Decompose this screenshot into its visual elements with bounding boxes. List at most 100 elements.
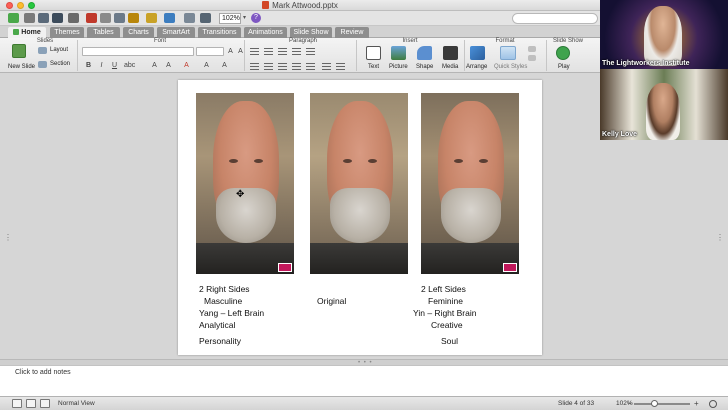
slide-indicator: Slide 4 of 33 [558, 400, 595, 407]
normal-view-button[interactable] [12, 399, 22, 408]
toolbox-icon[interactable] [184, 13, 195, 23]
line-icon[interactable] [528, 55, 536, 61]
notes-view-button[interactable] [40, 399, 50, 408]
zoom-in-icon[interactable]: + [694, 399, 699, 408]
bold-button[interactable]: B [84, 62, 93, 70]
search-input[interactable] [512, 13, 598, 24]
text-direction-icon[interactable] [322, 63, 331, 70]
undo-icon[interactable] [146, 13, 157, 23]
subscript-button[interactable]: A [164, 62, 173, 70]
section-icon[interactable] [38, 61, 47, 68]
tab-transitions[interactable]: Transitions [198, 27, 241, 38]
slide-sorter-button[interactable] [26, 399, 36, 408]
paste-icon[interactable] [114, 13, 125, 23]
font-name-select[interactable] [82, 47, 194, 56]
arrange-button[interactable]: Arrange [466, 64, 487, 70]
new-slide-icon[interactable] [12, 44, 26, 58]
line-spacing-icon[interactable] [306, 48, 315, 55]
superscript-button[interactable]: A [150, 62, 159, 70]
status-bar: Normal View Slide 4 of 33 102% − + [0, 396, 728, 410]
help-icon[interactable]: ? [251, 13, 261, 23]
italic-button[interactable]: I [97, 62, 106, 70]
underline-button[interactable]: U [110, 62, 119, 70]
fit-to-window-icon[interactable] [709, 400, 717, 408]
highlight-button[interactable]: A [202, 62, 211, 70]
decrease-indent-icon[interactable] [278, 48, 287, 55]
participant-name: Kelly Love [602, 131, 638, 138]
media-icon[interactable] [443, 46, 458, 60]
app-icon[interactable] [8, 13, 19, 23]
media-button[interactable]: Media [442, 64, 458, 70]
video-tile-2[interactable]: Kelly Love [600, 69, 728, 140]
tab-charts[interactable]: Charts [123, 27, 154, 38]
text-box-icon[interactable] [366, 46, 381, 60]
tab-review[interactable]: Review [335, 27, 369, 38]
zoom-slider[interactable] [634, 403, 690, 405]
justify-icon[interactable] [292, 63, 301, 70]
clear-formatting-button[interactable]: A [220, 62, 229, 70]
shape-icon[interactable] [417, 46, 432, 60]
right-pane-handle[interactable]: ⋮ [716, 233, 724, 242]
play-button[interactable]: Play [558, 64, 570, 70]
save-icon[interactable] [52, 13, 63, 23]
columns-icon[interactable] [306, 63, 315, 70]
align-left-icon[interactable] [250, 63, 259, 70]
align-text-icon[interactable] [336, 63, 345, 70]
tab-themes[interactable]: Themes [50, 27, 84, 38]
strikethrough-button[interactable]: abc [124, 62, 135, 70]
photo-right-sides[interactable]: ✥ [196, 93, 294, 274]
shape-button[interactable]: Shape [416, 64, 433, 70]
layout-button[interactable]: Layout [50, 47, 68, 53]
picture-icon[interactable] [391, 46, 406, 60]
quick-styles-icon[interactable] [500, 46, 516, 60]
participant-video [644, 6, 682, 66]
photo-beard [330, 188, 390, 243]
quick-styles-button[interactable]: Quick Styles [494, 64, 527, 70]
video-tile-1[interactable]: The Lightworkers Institute [600, 0, 728, 69]
align-center-icon[interactable] [264, 63, 273, 70]
increase-indent-icon[interactable] [292, 48, 301, 55]
photo-left-sides[interactable] [421, 93, 519, 274]
photo-original[interactable] [310, 93, 408, 274]
tab-slide-show[interactable]: Slide Show [290, 27, 332, 38]
redo-icon[interactable] [164, 13, 175, 23]
tab-tables[interactable]: Tables [87, 27, 120, 38]
copy-icon[interactable] [100, 13, 111, 23]
font-size-select[interactable] [196, 47, 224, 56]
print-icon[interactable] [68, 13, 79, 23]
left-pane-handle[interactable]: ⋮ [4, 233, 12, 242]
increase-font-icon[interactable]: A [226, 48, 235, 56]
font-color-button[interactable]: A [182, 62, 191, 70]
bullets-icon[interactable] [250, 48, 259, 55]
standard-toolbar: 102% ▾ ? [0, 11, 600, 26]
format-painter-icon[interactable] [128, 13, 139, 23]
open-icon[interactable] [38, 13, 49, 23]
arrange-icon[interactable] [470, 46, 485, 60]
media-browser-icon[interactable] [200, 13, 211, 23]
tab-home[interactable]: Home [8, 27, 46, 38]
slide-canvas[interactable]: ✥ 2 Right Sides Masculine Yang – Left Br… [178, 80, 542, 355]
tab-home-label: Home [21, 29, 41, 36]
caption-left-line-3: Yang – Left Brain [199, 308, 265, 318]
section-button[interactable]: Section [50, 61, 70, 67]
gallery-icon[interactable] [24, 13, 35, 23]
zoom-out-icon[interactable]: − [627, 399, 632, 408]
zoom-slider-knob[interactable] [651, 400, 658, 407]
picture-button[interactable]: Picture [389, 64, 408, 70]
play-icon[interactable] [556, 46, 570, 60]
new-slide-button[interactable]: New Slide [8, 64, 35, 70]
zoom-field[interactable]: 102% [219, 13, 241, 24]
layout-icon[interactable] [38, 47, 47, 54]
tab-animations[interactable]: Animations [244, 27, 287, 38]
numbering-icon[interactable] [264, 48, 273, 55]
zoom-dropdown-icon[interactable]: ▾ [243, 14, 246, 21]
fill-icon[interactable] [528, 46, 536, 52]
align-right-icon[interactable] [278, 63, 287, 70]
cut-icon[interactable] [86, 13, 97, 23]
tab-smartart[interactable]: SmartArt [157, 27, 195, 38]
photo-beard [441, 188, 501, 243]
move-cursor-icon: ✥ [236, 189, 245, 200]
text-button[interactable]: Text [368, 64, 379, 70]
ribbon-tab-bar: Home Themes Tables Charts SmartArt Trans… [0, 26, 600, 38]
notes-pane[interactable]: Click to add notes [0, 365, 728, 396]
